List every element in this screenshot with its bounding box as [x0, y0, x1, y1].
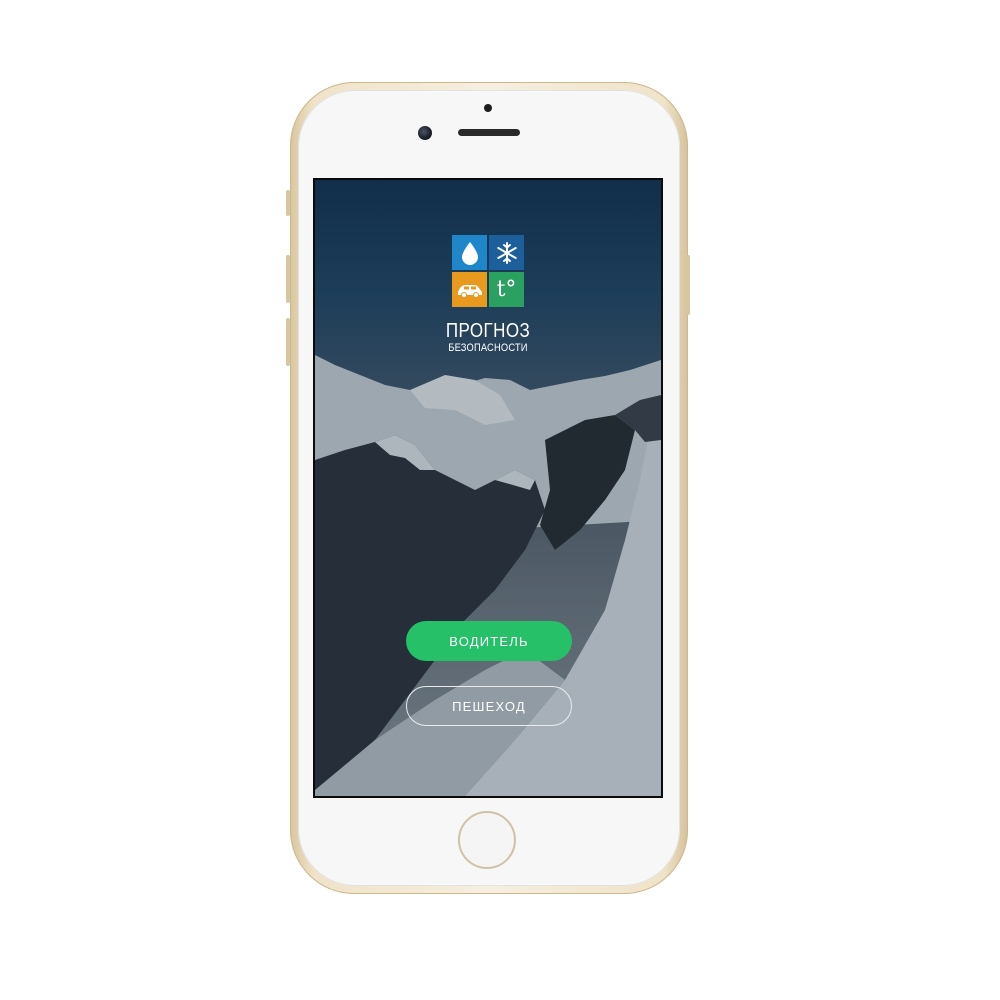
logo-tile-car	[452, 272, 487, 307]
proximity-sensor	[484, 104, 492, 112]
snowflake-icon	[496, 241, 517, 264]
power-button	[686, 255, 690, 315]
temperature-icon: t°	[496, 276, 517, 302]
pedestrian-button[interactable]: ПЕШЕХОД	[406, 686, 572, 726]
car-icon	[457, 284, 482, 298]
device-mockup: t° ПРОГНОЗ БЕЗОПАСНОСТИ ВОДИТЕЛЬ ПЕШЕХОД	[0, 0, 1000, 1000]
brand-subtitle: БЕЗОПАСНОСТИ	[448, 342, 528, 354]
home-button[interactable]	[458, 811, 516, 869]
mute-switch	[286, 190, 290, 216]
volume-up-button	[286, 255, 290, 303]
app-logo: t°	[452, 235, 526, 309]
logo-tile-snow	[489, 235, 524, 270]
earpiece-speaker	[458, 129, 520, 136]
logo-tile-temperature: t°	[489, 272, 524, 307]
app-screen: t° ПРОГНОЗ БЕЗОПАСНОСТИ ВОДИТЕЛЬ ПЕШЕХОД	[313, 178, 663, 798]
front-camera	[418, 126, 432, 140]
volume-down-button	[286, 318, 290, 366]
logo-tile-water	[452, 235, 487, 270]
water-drop-icon	[461, 241, 478, 265]
driver-button[interactable]: ВОДИТЕЛЬ	[406, 621, 572, 661]
brand-title: ПРОГНОЗ	[445, 320, 531, 342]
